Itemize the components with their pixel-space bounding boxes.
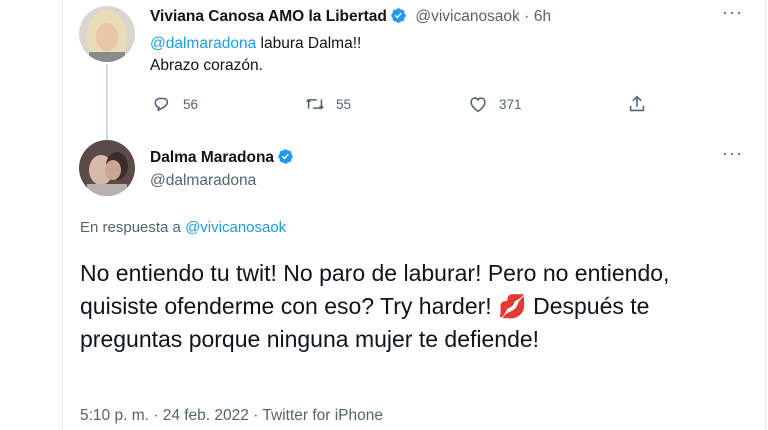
tweet2-text: No entiendo tu twit! No paro de laburar!… [80,257,740,356]
retweet-action[interactable]: 55 [304,93,351,115]
tweet1-display-name[interactable]: Viviana Canosa AMO la Libertad [150,8,387,25]
heart-icon [467,93,489,115]
retweet-icon [304,93,326,115]
tweet2-display-name[interactable]: Dalma Maradona [150,149,274,166]
tweet1-text-line2: Abrazo corazón. [150,57,263,74]
avatar-dalma[interactable] [79,140,135,196]
tweet2-reply-context: En respuesta a @vivicanosaok [80,219,286,236]
tweet1-time[interactable]: 6h [534,8,551,25]
tweet1-handle[interactable]: @vivicanosaok [415,8,519,25]
tweet1-text: @dalmaradona labura Dalma!! Abrazo coraz… [150,33,361,77]
avatar-viviana[interactable] [79,6,135,62]
like-action[interactable]: 371 [467,93,522,115]
tweet2-timestamp[interactable]: 5:10 p. m. · 24 feb. 2022 · Twitter for … [80,407,383,425]
verified-badge-icon [277,148,294,165]
tweet2-handle[interactable]: @dalmaradona [150,172,256,190]
share-icon [626,93,648,115]
reply-icon [151,93,173,115]
thread-connector-line [106,64,108,140]
tweet2-more-icon[interactable]: ··· [722,143,743,164]
tweet2-header: Dalma Maradona [150,148,294,167]
reply-action[interactable]: 56 [151,93,198,115]
verified-badge-icon [390,7,407,24]
reply-to-mention[interactable]: @vivicanosaok [185,219,286,236]
like-count: 371 [499,96,522,112]
tweet1-text-line1: labura Dalma!! [256,35,362,52]
reply-prefix: En respuesta a [80,219,186,236]
tweet1-separator: · [524,8,530,25]
tweet1-header: Viviana Canosa AMO la Libertad @vivicano… [150,7,551,26]
retweet-count: 55 [336,96,352,112]
tweet1-more-icon[interactable]: ··· [722,2,743,23]
reply-count: 56 [183,96,199,112]
tweet1-mention[interactable]: @dalmaradona [150,35,256,52]
kiss-mark-icon: 💋 [498,293,527,319]
share-action[interactable] [626,93,648,115]
